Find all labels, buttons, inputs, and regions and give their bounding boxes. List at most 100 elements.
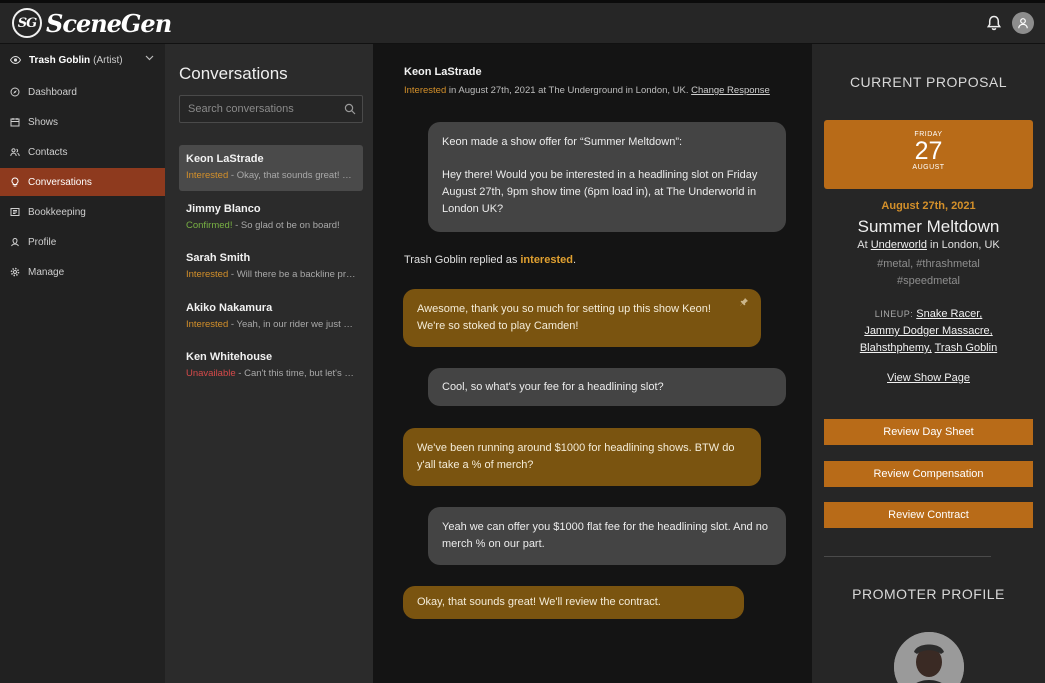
message-text: Cool, so what's your fee for a headlinin… xyxy=(442,380,664,393)
conversations-panel: Conversations Keon LaStrade Interested - … xyxy=(165,44,373,683)
contacts-icon xyxy=(10,148,20,157)
venue-prefix: At xyxy=(857,239,871,251)
conversation-item[interactable]: Akiko Nakamura Interested - Yeah, in our … xyxy=(179,294,363,340)
chat-contact-name: Keon LaStrade xyxy=(404,66,482,78)
logo-badge: SG xyxy=(12,8,42,38)
divider xyxy=(824,556,991,557)
lineup-band-link[interactable]: Snake Racer, xyxy=(916,308,982,320)
gear-icon xyxy=(10,267,20,277)
proposal-tags: #metal, #thrashmetal #speedmetal xyxy=(877,258,980,287)
conversation-preview: Interested - Okay, that sounds great! We… xyxy=(186,170,356,181)
proposal-panel: CURRENT PROPOSAL FRIDAY 27 AUGUST August… xyxy=(812,44,1045,683)
sidebar-item-label: Shows xyxy=(28,116,59,128)
review-day-sheet-button[interactable]: Review Day Sheet xyxy=(824,419,1033,445)
lineup-band-link[interactable]: Blahsthphemy, xyxy=(860,342,932,354)
received-message: Yeah we can offer you $1000 flat fee for… xyxy=(428,507,786,565)
promoter-avatar[interactable] xyxy=(894,632,964,683)
review-contract-button[interactable]: Review Contract xyxy=(824,502,1033,528)
sidebar-item-bookkeeping[interactable]: Bookkeeping xyxy=(0,198,165,226)
conversation-item[interactable]: Sarah Smith Interested - Will there be a … xyxy=(179,244,363,290)
lineup-band-link[interactable]: Jammy Dodger Massacre, xyxy=(864,325,992,337)
user-icon xyxy=(1018,18,1028,29)
message-text: Yeah we can offer you $1000 flat fee for… xyxy=(442,521,768,550)
conversation-snippet: - Can't this time, but let's keep in tou… xyxy=(238,368,356,379)
conversation-item[interactable]: Ken Whitehouse Unavailable - Can't this t… xyxy=(179,343,363,389)
ledger-icon xyxy=(10,208,20,216)
promoter-heading: PROMOTER PROFILE xyxy=(852,586,1005,602)
search-input[interactable] xyxy=(180,96,340,122)
pin-icon[interactable] xyxy=(739,297,749,307)
venue-link[interactable]: Underworld xyxy=(871,239,927,251)
sidebar-item-contacts[interactable]: Contacts xyxy=(0,138,165,166)
conversation-preview: Interested - Will there be a backline pr… xyxy=(186,269,356,280)
message-text: We've been running around $1000 for head… xyxy=(417,442,735,471)
reply-suffix: . xyxy=(572,254,577,266)
sidebar-item-shows[interactable]: Shows xyxy=(0,108,165,136)
sidebar-item-conversations[interactable]: Conversations xyxy=(0,168,165,196)
sidebar-item-label: Bookkeeping xyxy=(28,206,86,218)
proposal-heading: CURRENT PROPOSAL xyxy=(849,74,1008,90)
conversation-snippet: - So glad ot be on board! xyxy=(232,219,340,231)
proposal-lineup: LINEUP: Snake Racer, Jammy Dodger Massacr… xyxy=(842,306,1015,357)
conversation-name: Jimmy Blanco xyxy=(186,202,261,215)
date-day: 27 xyxy=(914,137,943,165)
user-avatar[interactable] xyxy=(1012,12,1034,34)
chat-header: Keon LaStrade Interested in August 27th,… xyxy=(404,66,784,98)
chat-panel: Keon LaStrade Interested in August 27th,… xyxy=(373,44,812,683)
sidebar-item-label: Manage xyxy=(28,266,65,278)
message-text: Awesome, thank you so much for setting u… xyxy=(417,303,711,332)
review-compensation-button[interactable]: Review Compensation xyxy=(824,461,1033,487)
bell-icon[interactable] xyxy=(985,14,1003,32)
offer-body: Hey there! Would you be interested in a … xyxy=(442,169,758,215)
sidebar-item-label: Contacts xyxy=(28,146,68,158)
lineup-label: LINEUP: xyxy=(874,309,914,319)
conversation-name: Akiko Nakamura xyxy=(186,301,273,314)
artist-switcher[interactable]: Trash Goblin (Artist) xyxy=(0,44,165,76)
sent-message: Okay, that sounds great! We'll review th… xyxy=(403,586,744,619)
search-icon[interactable] xyxy=(344,103,356,115)
top-bar: SG SceneGen xyxy=(0,0,1045,44)
bulb-icon xyxy=(11,177,19,187)
conversation-snippet: - Okay, that sounds great! We'll review … xyxy=(230,170,356,181)
artist-role: (Artist) xyxy=(93,54,123,66)
sidebar-item-dashboard[interactable]: Dashboard xyxy=(0,78,165,106)
chat-status-line: Interested in August 27th, 2021 at The U… xyxy=(404,83,784,98)
change-response-link[interactable]: Change Response xyxy=(691,85,770,96)
sidebar-item-profile[interactable]: Profile xyxy=(0,228,165,256)
conversation-status: Interested xyxy=(186,170,229,181)
chat-status-detail: in August 27th, 2021 at The Underground … xyxy=(446,85,692,96)
lineup-band-link[interactable]: Trash Goblin xyxy=(935,342,998,354)
artist-name: Trash Goblin xyxy=(29,54,91,66)
app-logo[interactable]: SG SceneGen xyxy=(12,6,172,40)
sidebar-nav: Dashboard Shows Contacts Conversations Bookk… xyxy=(0,78,165,286)
sent-message: Awesome, thank you so much for setting u… xyxy=(403,289,761,347)
date-card: FRIDAY 27 AUGUST xyxy=(824,120,1033,189)
view-show-page-link[interactable]: View Show Page xyxy=(812,372,1045,384)
conversation-status: Interested xyxy=(186,318,229,330)
venue-suffix: in London, UK xyxy=(926,239,1000,251)
reply-prefix: Trash Goblin replied as xyxy=(404,254,521,266)
conversation-name: Ken Whitehouse xyxy=(186,351,273,363)
reply-status-line: Trash Goblin replied as interested. xyxy=(404,254,576,266)
conversation-item[interactable]: Jimmy Blanco Confirmed! - So glad ot be o… xyxy=(179,195,363,241)
conversation-list: Keon LaStrade Interested - Okay, that sou… xyxy=(179,145,363,393)
conversation-preview: Unavailable - Can't this time, but let's… xyxy=(186,368,356,379)
conversation-snippet: - Yeah, in our rider we just ask for xyxy=(230,318,356,330)
sidebar: Trash Goblin (Artist) Dashboard Shows Cont… xyxy=(0,44,165,683)
conversations-title: Conversations xyxy=(179,64,288,83)
conversation-name: Sarah Smith xyxy=(186,252,251,264)
conversation-snippet: - Will there be a backline provided? xyxy=(230,269,356,280)
conversation-item[interactable]: Keon LaStrade Interested - Okay, that sou… xyxy=(179,145,363,191)
date-month: AUGUST xyxy=(912,164,945,171)
reply-status: interested xyxy=(520,254,573,266)
sidebar-item-label: Profile xyxy=(28,236,57,248)
show-offer-message: Keon made a show offer for “Summer Meltd… xyxy=(428,122,786,232)
proposal-date: August 27th, 2021 xyxy=(881,200,976,212)
sidebar-item-manage[interactable]: Manage xyxy=(0,258,165,286)
offer-title: Keon made a show offer for “Summer Meltd… xyxy=(442,136,683,148)
chevron-down-icon[interactable] xyxy=(145,55,154,61)
compass-icon xyxy=(10,87,20,97)
conversation-name: Keon LaStrade xyxy=(186,153,264,165)
logo-text: SceneGen xyxy=(46,8,172,38)
profile-icon xyxy=(11,237,19,247)
